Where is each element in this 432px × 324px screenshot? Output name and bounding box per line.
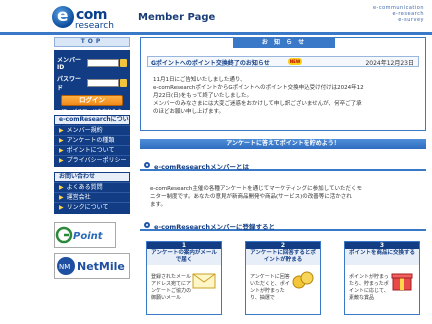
news-line: 11月1日にご告知いたしました通り、: [153, 77, 246, 83]
arrow-icon: ▶: [59, 184, 64, 191]
sidebar: TOP メンバーID パスワード ログイン ID・パスワードを忘れたら e-co…: [54, 37, 130, 279]
netmile-banner[interactable]: NM NetMile: [54, 253, 130, 279]
member-id-label: メンバーID: [57, 57, 82, 71]
login-button[interactable]: ログイン: [61, 95, 123, 106]
arrow-icon: ▶: [59, 137, 64, 144]
section-register-title: e-comResearchメンバーに登録すると: [154, 223, 275, 231]
arrow-icon: ▶: [59, 157, 64, 164]
coins-icon: [292, 271, 314, 289]
about-menu: e-comResearchについて ▶ メンバー規約 ▶ アンケートの種類 ▶ ポイン…: [54, 115, 130, 167]
menu-item-label: メンバー規約: [66, 127, 103, 134]
page-title: Member Page: [138, 12, 216, 23]
logo-research: research: [75, 21, 114, 31]
about-line: e-comResearch主催の各種アンケートを通じてマーケティングに参加してい…: [150, 186, 363, 192]
menu-item-label: リンクについて: [66, 204, 109, 211]
step-card: 1 アンケートの案内がメールで届く 登録されたメールアドレス宛てにアンケートご協…: [146, 241, 222, 315]
arrow-icon: ▶: [59, 127, 64, 134]
menu-item-label: プライバシーポリシー: [66, 157, 127, 164]
news-tab: お 知 ら せ: [233, 38, 335, 48]
tagline-line: e-survey: [398, 17, 424, 23]
gpoint-banner[interactable]: Point: [54, 222, 116, 248]
password-input[interactable]: [86, 79, 120, 87]
key-icon: [120, 59, 127, 67]
menu-item-company[interactable]: ▶ 運営会社: [54, 192, 130, 202]
news-line: 月22日(日)をもって終了いたしました。: [153, 93, 253, 99]
step-body: ポイントが貯まったら、貯まったポイントに応じて、素敵な賞品: [349, 274, 389, 301]
ecom-research-logo[interactable]: e com research: [52, 6, 132, 32]
menu-item-label: ポイントについて: [66, 147, 115, 154]
step-body: アンケートに回答いただくと、ポイントが貯まったり、抽選で: [250, 274, 290, 301]
section-register-head: e-comResearchメンバーに登録すると: [140, 219, 426, 231]
menu-item-label: 運営会社: [66, 194, 91, 201]
step-number: 2: [246, 242, 320, 249]
menu-item-label: アンケートの種類: [66, 137, 115, 144]
lock-icon: [120, 79, 127, 87]
header-divider: [0, 32, 432, 35]
main-content: お 知 ら せ Gポイントへのポイント交換終了のお知らせ NEW 2024年12…: [140, 37, 426, 315]
section-about-title: e-comResearchメンバーとは: [154, 163, 249, 171]
about-line: ます。: [150, 202, 166, 208]
step-title: アンケートに回答するとポイントが貯まる: [246, 249, 320, 265]
step-number: 3: [345, 242, 419, 249]
menu-item-label: よくある質問: [66, 184, 103, 191]
forgot-password-link[interactable]: ID・パスワードを忘れたら: [57, 108, 127, 115]
menu-item-survey-types[interactable]: ▶ アンケートの種類: [54, 135, 130, 145]
arrow-icon: ▶: [59, 147, 64, 154]
menu-item-faq[interactable]: ▶ よくある質問: [54, 182, 130, 192]
menu-item-links[interactable]: ▶ リンクについて: [54, 202, 130, 212]
member-id-input[interactable]: [86, 59, 120, 67]
top-link[interactable]: TOP: [54, 37, 130, 47]
about-menu-title: e-comResearchについて: [54, 115, 130, 131]
promo-band: アンケートに答えてポイントを貯めよう！: [140, 139, 426, 149]
news-box: お 知 ら せ Gポイントへのポイント交換終了のお知らせ NEW 2024年12…: [140, 37, 426, 131]
netmile-logo-icon: NM NetMile: [57, 257, 125, 275]
new-badge: NEW: [288, 58, 302, 65]
about-line: ニター制度です。あなたの意見が新商品開発や商品(サービス)の改善等に活かされ: [150, 194, 352, 200]
svg-text:Point: Point: [73, 231, 104, 242]
page-header: e com research Member Page e-communicati…: [0, 0, 432, 32]
step-number: 1: [147, 242, 221, 249]
menu-item-points[interactable]: ▶ ポイントについて: [54, 145, 130, 155]
step-card: 3 ポイントを商品に交換する ポイントが貯まったら、貯まったポイントに応じて、素…: [344, 241, 420, 315]
login-box: メンバーID パスワード ログイン ID・パスワードを忘れたら: [54, 50, 130, 115]
section-about-body: e-comResearch主催の各種アンケートを通じてマーケティングに参加してい…: [140, 185, 412, 209]
section-about-head: e-comResearchメンバーとは: [140, 159, 426, 171]
news-line: メンバーのみなさまには大変ご迷惑をおかけして申し訳ございませんが、何卒ご了承: [153, 101, 362, 107]
news-body: 11月1日にご告知いたしました通り、 e-comResearchポイントからGポ…: [153, 76, 415, 116]
bullet-icon: [144, 222, 150, 228]
news-line: e-comResearchポイントからGポイントへのポイント交換申込受け付けは2…: [153, 85, 364, 91]
step-body: 登録されたメールアドレス宛てにアンケートご協力の御願いメール: [151, 274, 192, 301]
password-row: パスワード: [57, 74, 127, 92]
step-title: アンケートの案内がメールで届く: [147, 249, 221, 265]
member-id-row: メンバーID: [57, 55, 127, 71]
step-card: 2 アンケートに回答するとポイントが貯まる アンケートに回答いただくと、ポイント…: [245, 241, 321, 315]
logo-e: e: [57, 6, 69, 26]
news-date: 2024年12月23日: [365, 60, 414, 67]
contact-menu: お問い合わせ ▶ よくある質問 ▶ 運営会社 ▶ リンクについて: [54, 172, 130, 214]
bullet-icon: [144, 162, 150, 168]
menu-item-privacy[interactable]: ▶ プライバシーポリシー: [54, 155, 130, 165]
steps: 1 アンケートの案内がメールで届く 登録されたメールアドレス宛てにアンケートご協…: [140, 241, 426, 315]
menu-item-terms[interactable]: ▶ メンバー規約: [54, 125, 130, 135]
svg-text:NetMile: NetMile: [77, 260, 125, 273]
tagline: e-communication e-research e-survey: [373, 5, 424, 23]
mail-icon: [192, 273, 216, 289]
contact-menu-title: お問い合わせ: [54, 172, 130, 182]
news-titlebar[interactable]: Gポイントへのポイント交換終了のお知らせ NEW 2024年12月23日: [147, 56, 419, 67]
news-title[interactable]: Gポイントへのポイント交換終了のお知らせ: [151, 58, 270, 67]
step-title: ポイントを商品に交換する: [345, 249, 419, 265]
arrow-icon: ▶: [59, 194, 64, 201]
arrow-icon: ▶: [59, 204, 64, 211]
news-line: のほどお願い申し上げます。: [153, 109, 224, 115]
gift-icon: [391, 273, 413, 291]
password-label: パスワード: [57, 76, 82, 92]
svg-text:NM: NM: [59, 263, 70, 271]
gpoint-logo-icon: Point: [55, 226, 104, 244]
